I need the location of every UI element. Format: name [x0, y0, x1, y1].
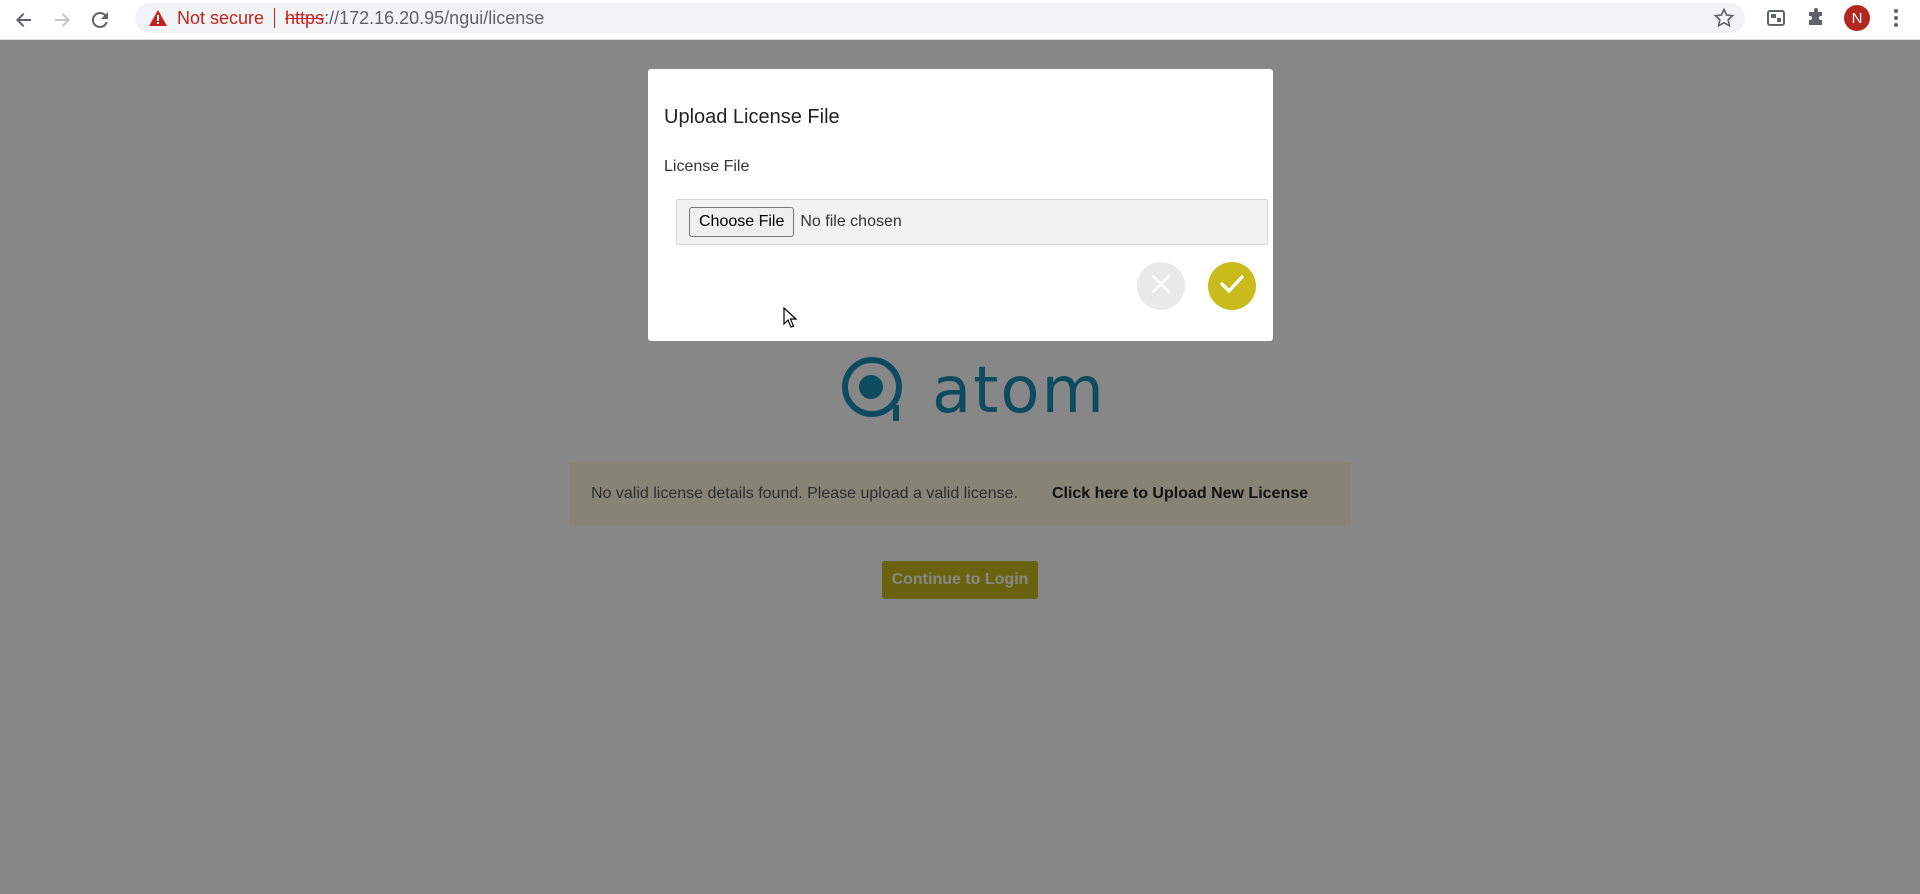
- back-icon[interactable]: [10, 6, 38, 34]
- avatar[interactable]: N: [1844, 5, 1870, 31]
- license-file-label: License File: [664, 158, 750, 175]
- confirm-button[interactable]: [1208, 262, 1256, 310]
- menu-icon[interactable]: [1884, 6, 1908, 30]
- address-bar[interactable]: Not secure https ://172.16.20.95/ngui/li…: [135, 3, 1745, 33]
- star-icon[interactable]: [1712, 6, 1736, 30]
- browser-toolbar: Not secure https ://172.16.20.95/ngui/li…: [0, 0, 1920, 40]
- choose-file-button[interactable]: Choose File: [689, 207, 795, 237]
- check-icon: [1219, 273, 1245, 300]
- divider: [274, 8, 276, 28]
- upload-license-modal: Upload License File License File Choose …: [648, 69, 1273, 341]
- forward-icon[interactable]: [48, 6, 76, 34]
- security-status[interactable]: Not secure: [177, 8, 264, 29]
- warning-icon: [149, 10, 167, 26]
- toolbar-right: N: [1696, 0, 1920, 36]
- license-file-input[interactable]: Choose File No file chosen: [676, 199, 1268, 245]
- close-icon: [1150, 273, 1172, 300]
- url-scheme: https: [285, 7, 325, 28]
- cancel-button[interactable]: [1137, 262, 1185, 310]
- reload-icon[interactable]: [86, 6, 114, 34]
- extension-icon[interactable]: [1764, 6, 1788, 30]
- modal-title: Upload License File: [664, 106, 840, 128]
- puzzle-icon[interactable]: [1804, 6, 1828, 30]
- mouse-cursor-icon: [783, 306, 798, 334]
- file-status: No file chosen: [800, 213, 902, 230]
- url-text: ://172.16.20.95/ngui/license: [324, 7, 545, 28]
